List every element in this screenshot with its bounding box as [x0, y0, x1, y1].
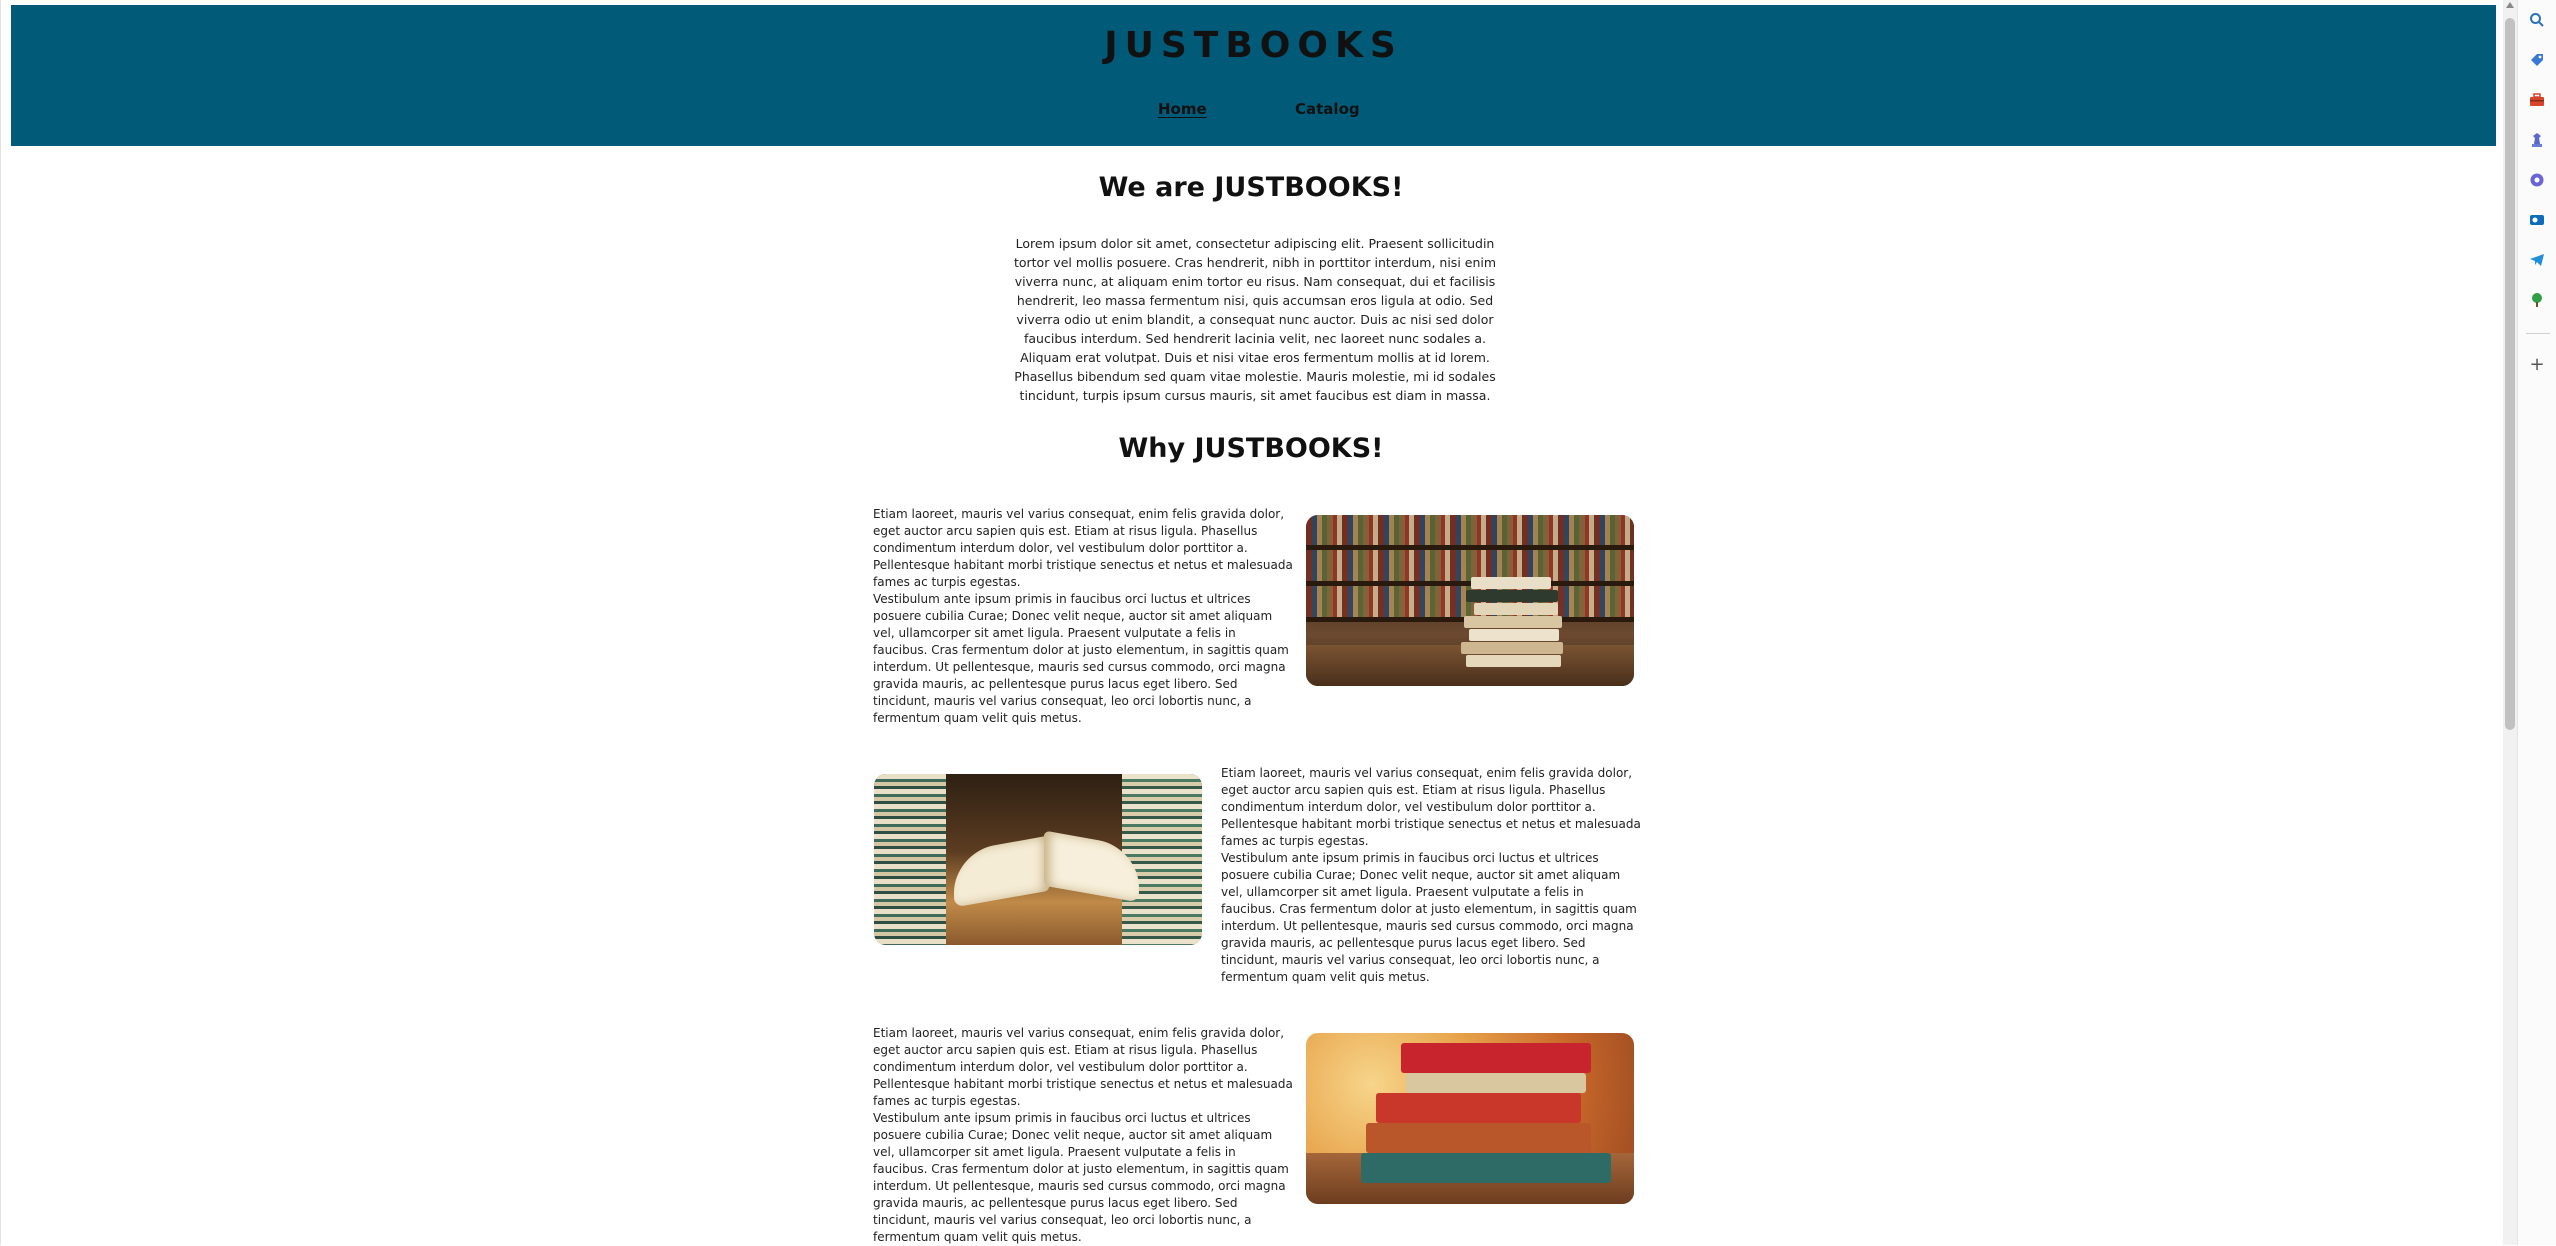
scrollbar-thumb[interactable]: [2505, 18, 2515, 730]
search-icon[interactable]: [2528, 12, 2546, 30]
scroll-up-arrow[interactable]: [2506, 2, 2514, 8]
site-logo[interactable]: JUSTBOOKS: [11, 25, 2496, 66]
sidebar-divider: [2526, 333, 2550, 334]
tree-icon[interactable]: [2528, 292, 2546, 310]
feature-text-3: Etiam laoreet, mauris vel varius consequ…: [873, 1025, 1293, 1246]
feature-1-para-2: Vestibulum ante ipsum primis in faucibus…: [873, 592, 1289, 725]
nav-home-link[interactable]: Home: [1158, 100, 1207, 118]
page: JUSTBOOKS Home Catalog We are JUSTBOOKS!…: [0, 0, 2501, 1245]
browser-sidebar: +: [2517, 0, 2556, 1245]
red-books-image: [1306, 1033, 1634, 1204]
toolbox-icon[interactable]: [2528, 92, 2546, 110]
why-title: Why JUSTBOOKS!: [1118, 433, 1384, 464]
open-book-image: [874, 774, 1202, 945]
feature-2-para-2: Vestibulum ante ipsum primis in faucibus…: [1221, 851, 1637, 984]
chess-icon[interactable]: [2528, 132, 2546, 150]
bookshelf-image: [1306, 515, 1634, 686]
extension-icon[interactable]: [2528, 172, 2546, 190]
feature-text-1: Etiam laoreet, mauris vel varius consequ…: [873, 506, 1293, 727]
intro-text: Lorem ipsum dolor sit amet, consectetur …: [1013, 236, 1497, 403]
outlook-icon[interactable]: [2528, 212, 2546, 230]
feature-text-2: Etiam laoreet, mauris vel varius consequ…: [1221, 765, 1641, 986]
telegram-icon[interactable]: [2528, 252, 2546, 270]
feature-3-para-2: Vestibulum ante ipsum primis in faucibus…: [873, 1111, 1289, 1244]
add-icon[interactable]: +: [2528, 356, 2546, 374]
site-header: JUSTBOOKS Home Catalog: [11, 5, 2496, 146]
nav-catalog-link[interactable]: Catalog: [1295, 100, 1360, 118]
intro-title: We are JUSTBOOKS!: [1098, 172, 1404, 203]
feature-2-para-1: Etiam laoreet, mauris vel varius consequ…: [1221, 766, 1641, 848]
feature-3-para-1: Etiam laoreet, mauris vel varius consequ…: [873, 1026, 1293, 1108]
feature-1-para-1: Etiam laoreet, mauris vel varius consequ…: [873, 507, 1293, 589]
tag-icon[interactable]: [2528, 52, 2546, 70]
